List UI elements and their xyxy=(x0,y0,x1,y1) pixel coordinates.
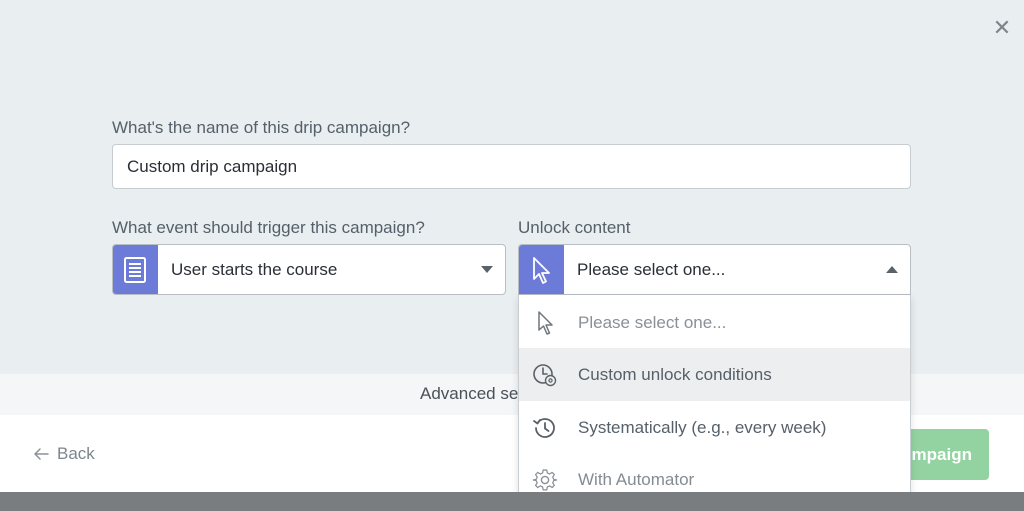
dropdown-option-systematically[interactable]: Systematically (e.g., every week) xyxy=(519,401,910,454)
unlock-selected-value: Please select one... xyxy=(577,259,726,279)
dropdown-option-label: Custom unlock conditions xyxy=(578,364,772,384)
cursor-icon xyxy=(519,310,568,336)
campaign-name-input[interactable]: Custom drip campaign xyxy=(112,144,911,189)
cursor-icon xyxy=(519,245,564,294)
drip-campaign-modal: ✕ What's the name of this drip campaign?… xyxy=(0,0,1024,492)
advanced-settings-toggle[interactable]: Advanced se xyxy=(420,384,518,404)
arrow-left-icon xyxy=(34,448,49,460)
unlock-content-dropdown: Please select one... Custom unlock condi… xyxy=(518,295,911,492)
trigger-selected-value: User starts the course xyxy=(171,259,338,279)
dropdown-option-label: With Automator xyxy=(578,469,695,489)
trigger-select[interactable]: User starts the course xyxy=(112,244,506,295)
campaign-name-label: What's the name of this drip campaign? xyxy=(112,118,411,137)
dropdown-option-automator[interactable]: With Automator xyxy=(519,453,910,492)
unlock-content-select[interactable]: Please select one... xyxy=(518,244,911,295)
gear-icon xyxy=(519,467,568,493)
back-button[interactable]: Back xyxy=(33,444,95,464)
history-icon xyxy=(519,415,568,441)
unlock-content-label: Unlock content xyxy=(518,218,631,237)
dropdown-option-label: Systematically (e.g., every week) xyxy=(578,417,827,437)
chevron-down-icon xyxy=(481,266,493,273)
dropdown-option-label: Please select one... xyxy=(578,312,727,332)
dropdown-option-placeholder[interactable]: Please select one... xyxy=(519,296,910,349)
document-icon xyxy=(113,245,158,294)
dropdown-option-custom-unlock[interactable]: Custom unlock conditions xyxy=(519,348,910,401)
back-label: Back xyxy=(57,444,95,463)
chevron-up-icon xyxy=(886,266,898,273)
clock-gear-icon xyxy=(519,362,568,388)
trigger-label: What event should trigger this campaign? xyxy=(112,218,425,237)
close-icon[interactable]: ✕ xyxy=(990,16,1014,40)
create-campaign-label: mpaign xyxy=(911,445,972,464)
